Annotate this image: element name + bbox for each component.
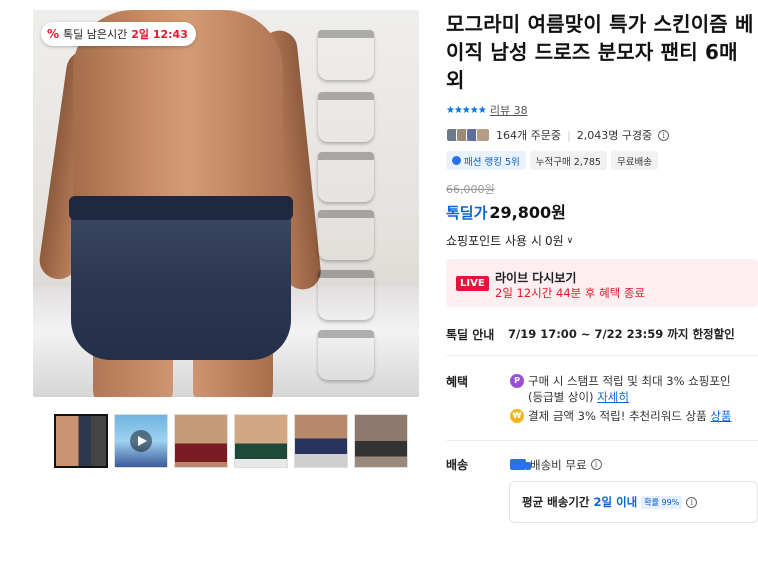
deal-period: 7/19 17:00 ~ 7/22 23:59 까지 한정할인 — [508, 327, 735, 341]
thumbnail-video[interactable] — [114, 414, 168, 468]
timer-value: 2일 12:43 — [131, 28, 188, 41]
reward-coin-icon: ₩ — [510, 409, 524, 423]
ranking-icon — [452, 156, 461, 165]
points-dropdown[interactable]: 쇼핑포인트 사용 시 0원 ∨ — [446, 232, 758, 249]
benefits-label: 혜택 — [446, 375, 469, 389]
product-info: 모그라미 여름맞이 특가 스킨이즘 베이직 남성 드로즈 분모자 팬티 6매 외… — [446, 10, 758, 249]
average-delivery-box: 평균 배송기간 2일 이내 확률 99% i — [509, 481, 758, 523]
info-icon[interactable]: i — [686, 496, 698, 508]
info-icon[interactable]: i — [590, 459, 602, 470]
truck-icon — [510, 459, 531, 470]
thumbnail-1[interactable] — [54, 414, 108, 468]
product-title: 모그라미 여름맞이 특가 스킨이즘 베이직 남성 드로즈 분모자 팬티 6매 외 — [446, 12, 754, 92]
benefits-row: 혜택 P 구매 시 스탬프 적립 및 최대 3% 쇼핑포인 (등급별 상이) 자… — [446, 373, 758, 424]
review-link[interactable]: 리뷰 38 — [490, 102, 528, 118]
play-icon — [130, 430, 152, 452]
free-shipping-tag: 무료배송 — [610, 151, 658, 170]
chevron-down-icon: ∨ — [566, 235, 574, 246]
thumbnail-strip — [54, 414, 408, 468]
deal-price-label: 톡딜가 — [446, 204, 488, 222]
color-swatch-wine — [318, 270, 374, 320]
rating-row: ★★★★★ 리뷰 38 — [446, 102, 758, 118]
color-swatch-green — [318, 210, 374, 260]
tags-row: 패션 랭킹 5위 누적구매 2,785 무료배송 — [446, 151, 758, 170]
percent-icon: % — [47, 27, 60, 41]
divider — [446, 440, 758, 441]
delivery-probability-badge: 확률 99% — [641, 495, 683, 509]
info-icon[interactable]: i — [658, 129, 670, 141]
buyer-avatars — [446, 128, 490, 142]
shipping-fee: 배송비 무료 i — [510, 456, 602, 473]
live-badge: LIVE — [456, 276, 489, 291]
reward-products-link[interactable]: 상품 — [710, 409, 731, 423]
viewers-count: 2,043명 구경중 — [576, 129, 653, 142]
original-price: 66,000원 — [446, 183, 495, 196]
timer-label: 톡딜 남은시간 — [63, 28, 128, 41]
orders-count: 164개 주문중 — [496, 129, 561, 142]
live-replay-banner[interactable]: LIVE 라이브 다시보기 2일 12시간 44분 후 혜택 종료 — [446, 259, 758, 307]
star-rating-icon: ★★★★★ — [446, 104, 487, 116]
divider — [446, 355, 758, 356]
color-swatch-black — [318, 30, 374, 80]
ranking-tag[interactable]: 패션 랭킹 5위 — [446, 151, 526, 170]
details-link[interactable]: 자세히 — [597, 390, 629, 404]
deal-price: 29,800원 — [489, 203, 566, 222]
points-label: 쇼핑포인트 사용 시 — [446, 234, 542, 248]
benefit-reward: ₩ 결제 금액 3% 적립! 추천리워드 상품 상품 — [510, 408, 758, 424]
thumbnail-6[interactable] — [354, 414, 408, 468]
deal-timer-badge: % 톡딜 남은시간 2일 12:43 — [41, 22, 196, 46]
price-row: 톡딜가 29,800원 — [446, 199, 758, 223]
color-swatch-navy — [318, 152, 374, 202]
live-countdown: 2일 12시간 44분 후 혜택 종료 — [495, 286, 646, 300]
benefits-list: P 구매 시 스탬프 적립 및 최대 3% 쇼핑포인 (등급별 상이) 자세히 … — [510, 373, 758, 424]
color-swatch-brown — [318, 330, 374, 380]
avg-delivery-label: 평균 배송기간 — [522, 495, 590, 509]
color-swatch-brown-gray — [318, 92, 374, 142]
shipping-row: 배송 배송비 무료 i — [446, 456, 602, 473]
point-coin-icon: P — [510, 374, 524, 388]
divider: | — [566, 128, 571, 142]
shipping-label: 배송 — [446, 458, 469, 472]
deal-info-label: 톡딜 안내 — [446, 328, 495, 342]
deal-info-row: 톡딜 안내 7/19 17:00 ~ 7/22 23:59 까지 한정할인 — [446, 326, 735, 343]
thumbnail-3[interactable] — [174, 414, 228, 468]
benefit-stamp: P 구매 시 스탬프 적립 및 최대 3% 쇼핑포인 (등급별 상이) 자세히 — [510, 373, 758, 405]
model-figure — [37, 10, 323, 397]
main-product-image[interactable] — [33, 10, 419, 397]
points-value: 0원 — [544, 234, 564, 248]
thumbnail-4[interactable] — [234, 414, 288, 468]
cumulative-purchase-tag: 누적구매 2,785 — [529, 151, 607, 170]
live-title: 라이브 다시보기 — [495, 271, 577, 285]
avg-delivery-value: 2일 이내 — [593, 495, 638, 509]
thumbnail-5[interactable] — [294, 414, 348, 468]
stats-row: 164개 주문중 | 2,043명 구경중 i — [446, 127, 758, 143]
